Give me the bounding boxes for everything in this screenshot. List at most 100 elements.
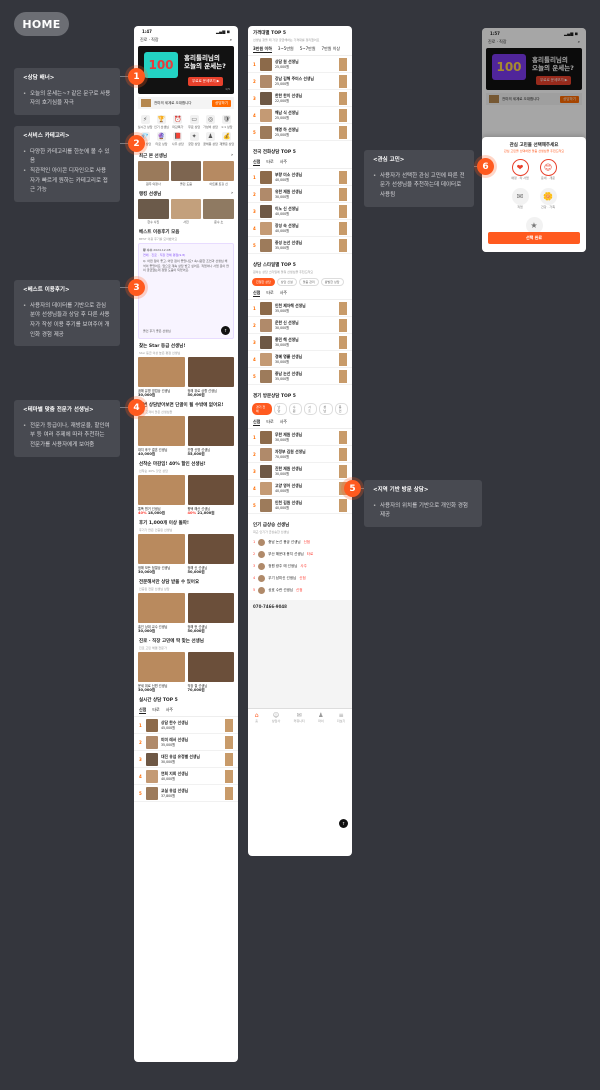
filter-chip[interactable]: 경기 전체: [252, 403, 272, 415]
nav-item-2[interactable]: ✉ 커뮤니티: [294, 712, 305, 723]
category-item[interactable]: ⚡ 실시간 상담: [137, 115, 153, 129]
promo-button[interactable]: 상담하기: [212, 99, 231, 107]
tab-item[interactable]: 신점: [253, 419, 261, 426]
category-item[interactable]: ▭ 무료 상담: [186, 115, 202, 129]
ranking-row[interactable]: 1 상담 원 선생님 25,000원: [248, 56, 352, 73]
ranking-row[interactable]: 1 무한 재원 선생님 30,000원: [248, 429, 352, 446]
promo-strip[interactable]: 전미의 세계로 오대합니다 상담하기: [138, 97, 234, 109]
ranking-row[interactable]: 3 종민 해 선생님 30,000원: [248, 334, 352, 351]
recent-thumb[interactable]: [138, 161, 169, 181]
expert-card[interactable]: 홍인 상대 교수 선생님 30,000원: [138, 593, 185, 634]
interest-option[interactable]: ✉ 직업: [511, 188, 529, 209]
expert-card[interactable]: 평택 해산 선생님 40% 21,000원: [187, 475, 234, 516]
filter-chip[interactable]: 용인: [334, 403, 348, 415]
category-item[interactable]: 🛡 1:1 상담: [219, 115, 235, 129]
ranking-row[interactable]: 5 교실 유섭 선생님 37,800원: [134, 785, 238, 802]
confirm-button[interactable]: 선택 완료: [488, 232, 580, 244]
tab-item[interactable]: 타로: [266, 419, 273, 426]
scroll-top-button[interactable]: ↑: [339, 819, 348, 828]
expert-card[interactable]: 정해 현 선생님 50,000원: [187, 593, 234, 634]
filter-chip[interactable]: 상담 신설: [276, 278, 297, 286]
tab-item[interactable]: 5~7만원: [300, 46, 316, 53]
weekly-thumb[interactable]: [138, 199, 169, 219]
nav-item-4[interactable]: ≡ 더보기: [337, 712, 345, 723]
expert-card[interactable]: 정해 위로 상향 선생님 50,000원: [187, 357, 234, 398]
ranking-row[interactable]: 2 강남 김해 주미스 선생님 25,000원: [248, 73, 352, 90]
expert-card[interactable]: 운세 위로 신원 선생님 30,000원: [138, 652, 185, 693]
expert-card[interactable]: 진행 신명 선생님 55,000원: [187, 416, 234, 457]
tab-item[interactable]: 신점: [253, 159, 261, 166]
ranking-row[interactable]: 1 상담 한수 선생님 45,000원: [134, 717, 238, 734]
ranking-row[interactable]: 5 중남 논선 선생님 35,000원: [248, 368, 352, 385]
expert-card[interactable]: 통폭 원거 선생님 40% 18,000원: [138, 475, 185, 516]
best-review-card[interactable]: 황 수수 2024.12.08 연애 · 진로 · 직장 전체 평점(9.8) …: [138, 243, 234, 339]
ranking-row[interactable]: 1 인천 제자해 선생님 35,000원: [248, 300, 352, 317]
filter-chip[interactable]: 시흥: [304, 403, 318, 415]
popular-row[interactable]: 2 부산 해운대 용지 선생님 타로: [248, 548, 352, 560]
expert-card[interactable]: 정해 모든 정열상 선생님 30,000원: [138, 534, 185, 575]
ranking-row[interactable]: 5 해명 하 선생님 25,000원: [248, 124, 352, 141]
weekly-thumb[interactable]: [203, 199, 235, 219]
category-item[interactable]: 💰 재물운 상담: [219, 132, 235, 146]
chevron-right-icon[interactable]: ›: [231, 153, 233, 159]
expert-card[interactable]: 꿈해 유명 영업상 선생님 30,000원: [138, 357, 185, 398]
ranking-row[interactable]: 4 연희 지희 선생님 40,000원: [134, 768, 238, 785]
tab-item[interactable]: 사주: [280, 290, 287, 297]
expert-card[interactable]: 정해 신 선생님 50,000원: [187, 534, 234, 575]
expert-card[interactable]: 직장 결 선생님 70,000원: [187, 652, 234, 693]
popular-row[interactable]: 4 우기 남미신 선생님 신점: [248, 572, 352, 584]
search-icon[interactable]: ⌕: [230, 37, 232, 43]
category-item[interactable]: ✦ 궁합 상담: [186, 132, 202, 146]
nav-item-0[interactable]: ⌂ 홈: [255, 712, 259, 723]
popular-row[interactable]: 1 충남 논선 용궁 선생님 신점: [248, 536, 352, 548]
ranking-row[interactable]: 4 장성 숙 선생님 40,000원: [248, 220, 352, 237]
scroll-top-button[interactable]: ↑: [221, 326, 230, 335]
banner-cta-button[interactable]: 무료로 운세보기 ▶: [188, 77, 224, 86]
recent-thumb[interactable]: [203, 161, 235, 181]
tab-item[interactable]: 사주: [280, 159, 287, 166]
tab-item[interactable]: 7만원 이상: [322, 46, 341, 53]
tab-item[interactable]: 사주: [166, 707, 173, 714]
ranking-row[interactable]: 5 중성 논선 선생님 35,000원: [248, 237, 352, 254]
expert-card[interactable]: 대지 후구 결혼 선생님 40,000원: [138, 416, 185, 457]
filter-chip[interactable]: 활발한 상담: [320, 278, 344, 286]
popular-row[interactable]: 3 정원 광주 에 선생님 사주: [248, 560, 352, 572]
ranking-row[interactable]: 3 진한 재원 선생님 30,000원: [248, 463, 352, 480]
category-item[interactable]: 🔮 타로 상담: [153, 132, 169, 146]
filter-chip[interactable]: 친절한 상담: [252, 278, 275, 286]
interest-option[interactable]: ❤ 애정 · 타 사업: [511, 159, 529, 180]
category-item[interactable]: 📕 사주 상담: [170, 132, 186, 146]
category-item[interactable]: ♟ 꿈해몽 상담: [202, 132, 218, 146]
filter-chip[interactable]: 수원: [288, 403, 303, 415]
fortune-banner[interactable]: 100 홍리틀리님의 오늘의 운세는? 무료로 운세보기 ▶ 1/5: [138, 46, 234, 94]
ranking-row[interactable]: 4 고양 영어 선생님 40,000원: [248, 480, 352, 497]
tab-item[interactable]: 신점: [253, 290, 261, 297]
interest-option[interactable]: 😊 운세 · 개운: [539, 159, 557, 180]
location-selector[interactable]: 진로 · 직장: [140, 37, 159, 43]
ranking-row[interactable]: 2 운한 신 선생님 30,000원: [248, 317, 352, 334]
nav-item-1[interactable]: ☺ 상담사: [272, 712, 280, 723]
filter-chip[interactable]: 맞춤 관리: [298, 278, 319, 286]
tab-item[interactable]: 타로: [266, 159, 273, 166]
tab-item[interactable]: 사주: [280, 419, 287, 426]
filter-chip[interactable]: 성남: [319, 403, 333, 415]
category-item[interactable]: ◎ 가성비 상담: [202, 115, 218, 129]
category-item[interactable]: ⏰ 마감특가: [170, 115, 186, 129]
tab-item[interactable]: 3~5만원: [278, 46, 294, 53]
popular-row[interactable]: 5 상호 수란 선생님 신점: [248, 584, 352, 596]
ranking-row[interactable]: 3 한한 한이 선생님 22,000원: [248, 90, 352, 107]
ranking-row[interactable]: 4 해남 식 선생님 25,000원: [248, 107, 352, 124]
ranking-row[interactable]: 4 경혜 명률 선생님 30,000원: [248, 351, 352, 368]
category-item[interactable]: 🏆 인기 선생님: [153, 115, 169, 129]
chevron-right-icon[interactable]: ›: [231, 191, 233, 197]
nav-item-3[interactable]: ♟ 마이: [318, 712, 324, 723]
tab-item[interactable]: 3만원 이하: [253, 46, 272, 53]
weekly-thumb[interactable]: [170, 199, 202, 219]
tab-item[interactable]: 타로: [266, 290, 273, 297]
filter-chip[interactable]: 남양: [273, 403, 287, 415]
recent-thumb[interactable]: [170, 161, 202, 181]
ranking-row[interactable]: 2 유한 재원 선생님 30,000원: [248, 186, 352, 203]
ranking-row[interactable]: 2 미미 레서 선생님 35,000원: [134, 734, 238, 751]
ranking-row[interactable]: 5 인천 김원 선생님 40,000원: [248, 497, 352, 514]
ranking-row[interactable]: 3 대진 유섭 유정별 선생님 30,000원: [134, 751, 238, 768]
